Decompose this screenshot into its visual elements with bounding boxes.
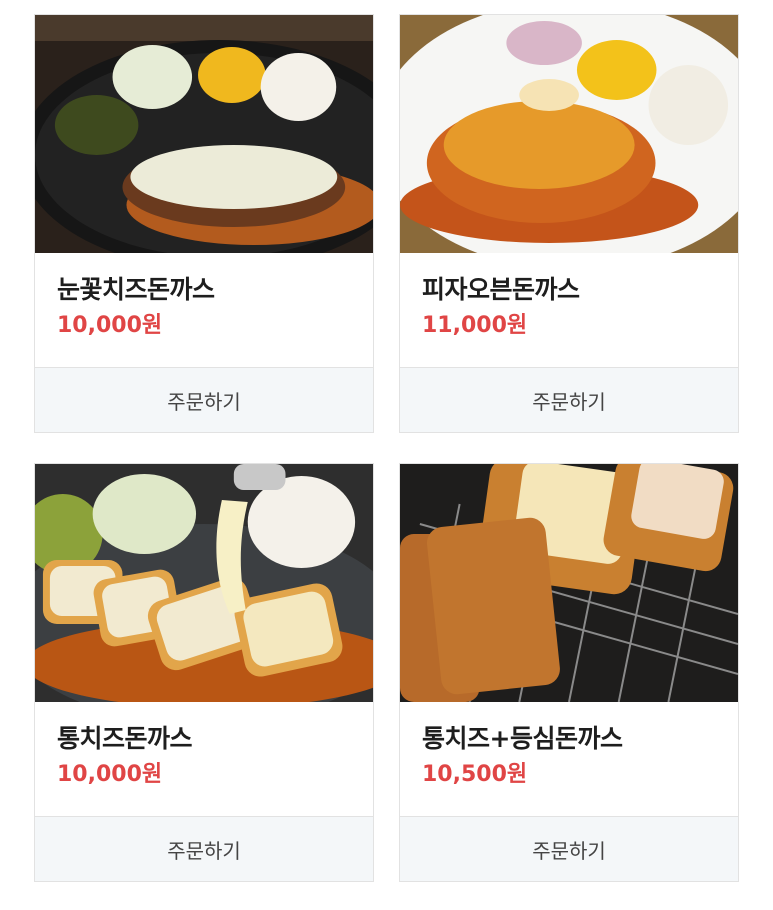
- menu-item-price: 10,000원: [57, 762, 163, 787]
- menu-card-whole-cheese-loin[interactable]: 통치즈+등심돈까스 10,500원 주문하기: [399, 463, 739, 882]
- food-photo-snow-cheese-donkatsu[interactable]: [35, 15, 373, 253]
- food-photo-whole-cheese-donkatsu[interactable]: [35, 464, 373, 702]
- menu-card-snow-cheese[interactable]: 눈꽃치즈돈까스 10,000원 주문하기: [34, 14, 374, 433]
- menu-item-name: 피자오븐돈까스: [422, 275, 580, 304]
- order-button[interactable]: 주문하기: [35, 816, 373, 881]
- menu-item-price: 10,500원: [422, 762, 528, 787]
- order-button[interactable]: 주문하기: [400, 816, 738, 881]
- order-button[interactable]: 주문하기: [35, 367, 373, 432]
- food-photo-pizza-oven-donkatsu[interactable]: [400, 15, 738, 253]
- menu-item-price: 11,000원: [422, 313, 528, 338]
- menu-item-name: 통치즈+등심돈까스: [422, 724, 623, 753]
- menu-card-whole-cheese[interactable]: 통치즈돈까스 10,000원 주문하기: [34, 463, 374, 882]
- menu-card-pizza-oven[interactable]: 피자오븐돈까스 11,000원 주문하기: [399, 14, 739, 433]
- order-button[interactable]: 주문하기: [400, 367, 738, 432]
- menu-item-price: 10,000원: [57, 313, 163, 338]
- menu-item-name: 눈꽃치즈돈까스: [57, 275, 215, 304]
- menu-item-name: 통치즈돈까스: [57, 724, 193, 753]
- food-photo-whole-cheese-loin-donkatsu[interactable]: [400, 464, 738, 702]
